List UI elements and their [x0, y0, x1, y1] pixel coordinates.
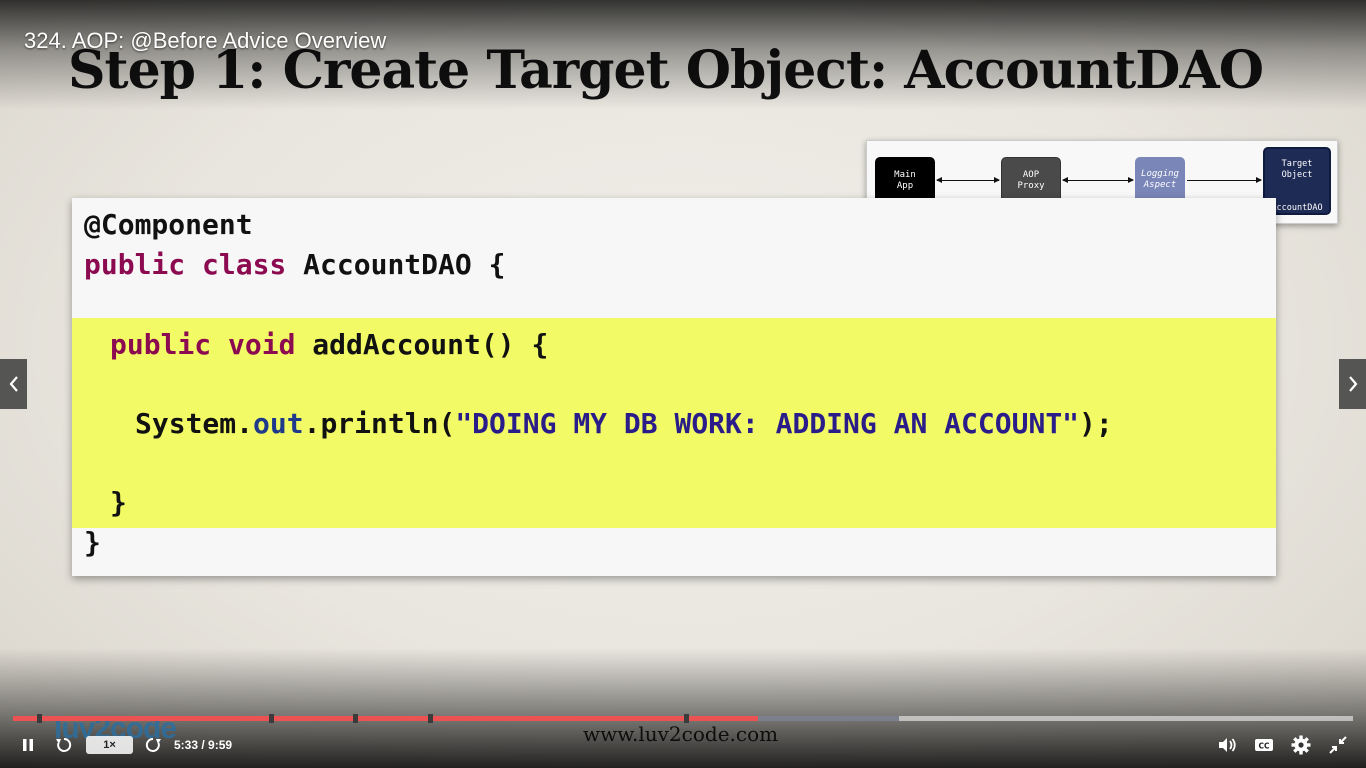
forward-icon: [145, 737, 161, 752]
code-text: );: [1079, 407, 1113, 440]
chapter-marker[interactable]: [353, 714, 359, 723]
pause-button[interactable]: [16, 732, 40, 758]
forward-button[interactable]: [141, 732, 165, 758]
code-text: System.: [135, 407, 254, 440]
rewind-button[interactable]: [52, 732, 76, 758]
pause-icon: [23, 739, 33, 751]
code-annotation: @Component: [84, 208, 253, 241]
chapter-marker[interactable]: [684, 714, 690, 723]
playback-speed-button[interactable]: 1×: [86, 736, 133, 754]
code-brace: }: [84, 526, 101, 559]
diagram-target-label: Target Object: [1281, 159, 1313, 180]
diagram-target-name: AccountDAO: [1271, 203, 1323, 213]
code-string: "DOING MY DB WORK: ADDING AN ACCOUNT": [455, 407, 1080, 440]
diagram-logging-aspect: Logging Aspect: [1135, 157, 1185, 203]
rewind-icon: [56, 737, 72, 752]
code-line-close-class: }: [84, 526, 101, 559]
svg-text:CC: CC: [1258, 742, 1270, 751]
diagram-arrow: [936, 177, 1000, 183]
player-controls: 1× 5:33 / 9:59 CC: [0, 728, 1366, 764]
video-player[interactable]: Step 1: Create Target Object: AccountDAO…: [0, 0, 1366, 768]
code-snippet: @Component public class AccountDAO { pub…: [72, 198, 1276, 576]
diagram-arrow: [1062, 177, 1134, 183]
code-field: out: [253, 407, 304, 440]
chevron-right-icon: [1348, 376, 1357, 392]
time-display: 5:33 / 9:59: [174, 738, 233, 752]
gear-icon: [1291, 735, 1311, 755]
code-line-method: public void addAccount() {: [110, 328, 548, 361]
exit-fullscreen-button[interactable]: [1326, 732, 1350, 758]
settings-button[interactable]: [1289, 732, 1313, 758]
exit-fullscreen-icon: [1329, 736, 1347, 754]
code-keyword: public class: [84, 248, 287, 281]
chevron-left-icon: [9, 376, 18, 392]
code-line-annotation: @Component: [84, 208, 253, 241]
code-line-close-method: }: [110, 486, 127, 519]
code-text: .println(: [303, 407, 456, 440]
code-keyword: public void: [110, 328, 296, 361]
closed-captions-icon: CC: [1255, 739, 1273, 751]
lecture-title: 324. AOP: @Before Advice Overview: [24, 28, 387, 53]
code-brace: }: [110, 486, 127, 519]
diagram-arrow: [1187, 177, 1262, 183]
chapter-marker[interactable]: [37, 714, 43, 723]
volume-icon: [1219, 738, 1236, 752]
previous-lecture-button[interactable]: [0, 359, 27, 409]
chapter-marker[interactable]: [268, 714, 274, 723]
captions-button[interactable]: CC: [1252, 732, 1276, 758]
code-text: addAccount() {: [295, 328, 549, 361]
code-line-println: System.out.println("DOING MY DB WORK: AD…: [135, 407, 1113, 440]
chapter-marker[interactable]: [428, 714, 434, 723]
next-lecture-button[interactable]: [1339, 359, 1366, 409]
code-text: AccountDAO {: [286, 248, 506, 281]
progress-played: [13, 716, 759, 721]
volume-button[interactable]: [1215, 732, 1239, 758]
progress-bar[interactable]: [13, 714, 1353, 723]
code-line-class: public class AccountDAO {: [84, 248, 505, 281]
